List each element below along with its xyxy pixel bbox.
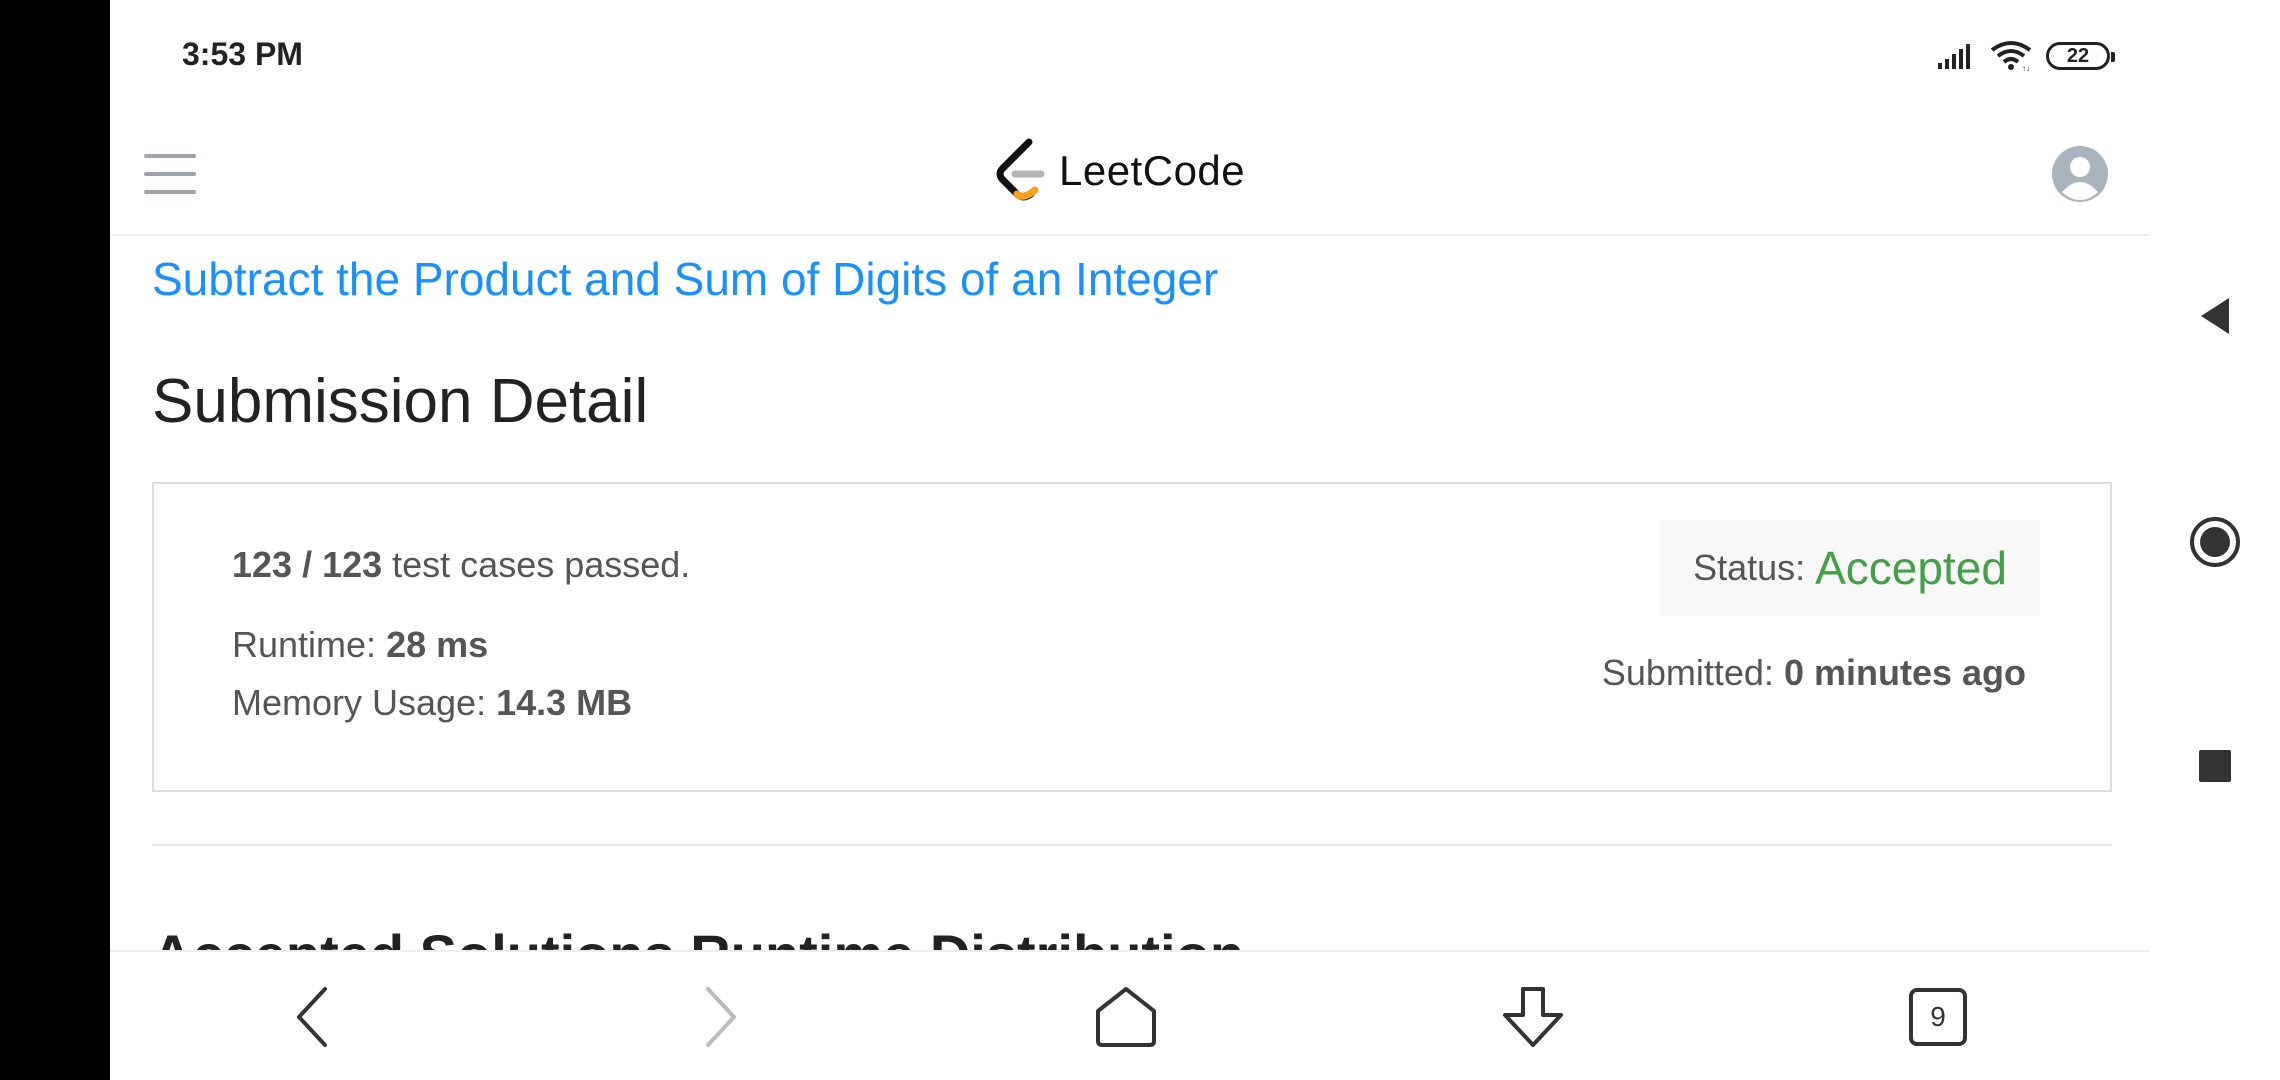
home-icon — [1096, 987, 1156, 1047]
page-title: Submission Detail — [152, 367, 649, 436]
submitted-value: 0 minutes ago — [1783, 652, 2026, 693]
submitted-time: Submitted: 0 minutes ago — [1602, 652, 2026, 694]
passed-count: 123 / 123 — [232, 544, 383, 585]
home-button[interactable] — [1086, 982, 1166, 1052]
download-icon — [1503, 987, 1563, 1047]
status-time: 3:53 PM — [182, 36, 303, 72]
screen: 3:53 PM ↑↓ 22 LeetCode Subtract the Prod… — [0, 0, 2280, 1080]
status-icons: ↑↓ 22 — [1936, 40, 2115, 72]
browser-toolbar: 9 — [110, 950, 2150, 1080]
forward-icon — [706, 987, 736, 1047]
tabs-button[interactable]: 9 — [1898, 982, 1978, 1052]
submission-detail-card: 123 / 123 test cases passed. Runtime: 28… — [152, 482, 2112, 792]
hamburger-line — [144, 154, 196, 158]
tabs-count: 9 — [1930, 1001, 1946, 1032]
system-navigation — [2150, 0, 2280, 1080]
leetcode-logo-icon — [996, 138, 1045, 201]
passed-suffix: test cases passed. — [382, 544, 691, 585]
user-avatar-icon[interactable] — [2052, 146, 2108, 202]
battery-level: 22 — [2066, 44, 2090, 67]
section-divider — [152, 844, 2112, 846]
left-bezel — [0, 0, 110, 1080]
memory-label: Memory Usage: — [232, 682, 497, 723]
back-icon — [297, 987, 327, 1047]
leetcode-logo[interactable]: LeetCode — [995, 138, 1245, 204]
circle-home-icon — [2190, 517, 2240, 567]
runtime: Runtime: 28 ms — [232, 624, 488, 666]
triangle-back-icon — [2201, 298, 2229, 334]
system-home-button[interactable] — [2150, 502, 2280, 582]
submitted-label: Submitted: — [1601, 652, 1784, 693]
download-button[interactable] — [1493, 982, 1573, 1052]
memory-usage: Memory Usage: 14.3 MB — [232, 682, 632, 724]
system-recents-button[interactable] — [2150, 726, 2280, 806]
signal-icon — [1938, 44, 1970, 69]
square-recents-icon — [2199, 750, 2231, 782]
browser-app: 3:53 PM ↑↓ 22 LeetCode Subtract the Prod… — [110, 0, 2150, 1080]
hamburger-line — [144, 172, 196, 176]
status-value[interactable]: Accepted — [1815, 541, 2007, 595]
memory-value: 14.3 MB — [496, 682, 633, 723]
battery-icon: 22 — [2046, 42, 2115, 70]
status-label: Status: — [1693, 547, 1806, 588]
wifi-icon: ↑↓ — [1990, 41, 2032, 72]
forward-button[interactable] — [680, 982, 760, 1052]
svg-text:↑↓: ↑↓ — [2022, 64, 2030, 72]
runtime-label: Runtime: — [232, 624, 387, 665]
status-box: Status: Accepted — [1660, 520, 2040, 616]
runtime-value: 28 ms — [386, 624, 489, 665]
hamburger-line — [144, 190, 196, 194]
system-back-button[interactable] — [2150, 276, 2280, 356]
problem-title-link[interactable]: Subtract the Product and Sum of Digits o… — [152, 252, 1218, 306]
logo-text: LeetCode — [1059, 147, 1246, 194]
site-header: LeetCode — [110, 110, 2150, 236]
hamburger-menu-button[interactable] — [144, 154, 196, 194]
back-button[interactable] — [273, 982, 353, 1052]
status-bar: 3:53 PM ↑↓ 22 — [110, 0, 2150, 110]
test-cases-passed: 123 / 123 test cases passed. — [232, 544, 690, 586]
